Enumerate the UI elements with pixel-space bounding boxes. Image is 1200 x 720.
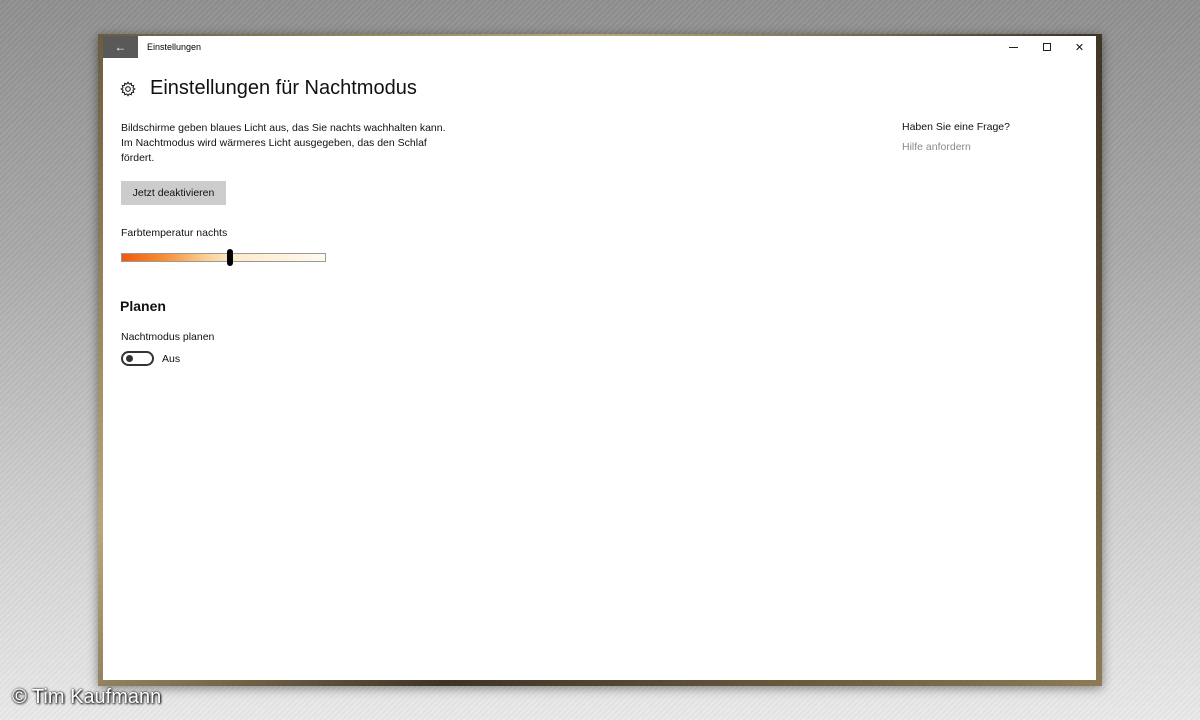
toggle-state-label: Aus bbox=[162, 353, 181, 365]
help-title: Haben Sie eine Frage? bbox=[902, 121, 1010, 133]
close-button[interactable]: ✕ bbox=[1063, 36, 1096, 58]
maximize-icon bbox=[1042, 43, 1051, 51]
slider-fill bbox=[122, 254, 230, 261]
schedule-toggle[interactable] bbox=[121, 351, 154, 366]
window-controls: ✕ bbox=[997, 36, 1096, 58]
settings-window: ← Einstellungen ✕ Einstellungen für Nach… bbox=[103, 36, 1096, 680]
copyright-watermark: © Tim Kaufmann bbox=[12, 686, 162, 708]
minimize-icon bbox=[1009, 46, 1018, 48]
arrow-left-icon: ← bbox=[114, 40, 127, 54]
back-button[interactable]: ← bbox=[103, 36, 138, 58]
page-header: Einstellungen für Nachtmodus bbox=[120, 77, 417, 100]
page-title: Einstellungen für Nachtmodus bbox=[150, 77, 417, 99]
title-bar: ← Einstellungen ✕ bbox=[103, 36, 1096, 58]
color-temperature-label: Farbtemperatur nachts bbox=[121, 227, 228, 239]
description-text: Bildschirme geben blaues Licht aus, das … bbox=[121, 122, 446, 164]
get-help-link[interactable]: Hilfe anfordern bbox=[902, 141, 971, 153]
close-icon: ✕ bbox=[1074, 41, 1085, 54]
toggle-knob bbox=[126, 355, 133, 362]
color-temperature-slider[interactable] bbox=[121, 249, 326, 266]
minimize-button[interactable] bbox=[997, 36, 1030, 58]
gear-icon bbox=[120, 80, 136, 97]
app-title: Einstellungen bbox=[147, 42, 202, 52]
slider-thumb[interactable] bbox=[226, 249, 233, 266]
schedule-label: Nachtmodus planen bbox=[121, 331, 215, 343]
deactivate-now-button[interactable]: Jetzt deaktivieren bbox=[121, 181, 226, 205]
section-title-planen: Planen bbox=[120, 298, 166, 314]
slider-track-rest bbox=[229, 254, 325, 261]
maximize-button[interactable] bbox=[1030, 36, 1063, 58]
